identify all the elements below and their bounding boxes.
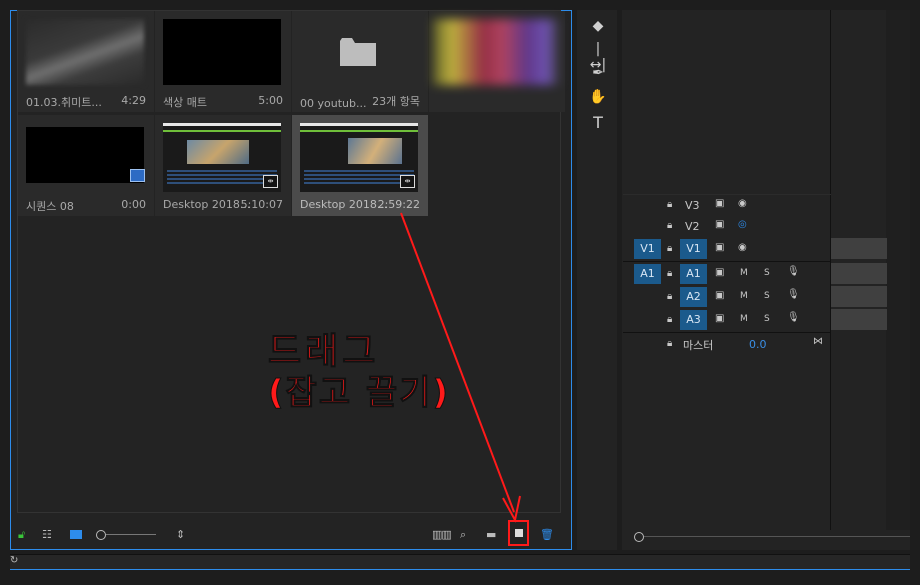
razor-tool-icon[interactable]: ◆ bbox=[588, 18, 608, 34]
new-item-button[interactable] bbox=[508, 520, 529, 546]
track-label[interactable]: V3 bbox=[685, 199, 700, 212]
new-item-icon bbox=[515, 529, 523, 537]
sequence-name: 시퀀스 08 bbox=[26, 200, 74, 213]
microphone-icon[interactable]: 🎙︎ bbox=[787, 312, 800, 323]
media-duration: 4:29 bbox=[121, 94, 146, 107]
track-target-a2[interactable]: A2 bbox=[680, 287, 707, 307]
source-patch-v1[interactable]: V1 bbox=[634, 239, 661, 259]
bin-name: 00 youtub... bbox=[300, 97, 367, 110]
solo-button[interactable]: S bbox=[764, 268, 770, 278]
track-row-v3: 🔒︎ V3 ▣ ◉ bbox=[623, 194, 831, 217]
status-bar: ↻ bbox=[10, 554, 910, 570]
track-lock-icon[interactable]: 🔒︎ bbox=[667, 291, 672, 302]
eye-icon[interactable]: ◉ bbox=[738, 242, 747, 253]
track-lock-icon[interactable]: 🔒︎ bbox=[667, 220, 672, 231]
track-target-a3[interactable]: A3 bbox=[680, 310, 707, 330]
sync-lock-icon[interactable]: ▣ bbox=[715, 290, 724, 301]
media-item[interactable] bbox=[429, 11, 565, 112]
sync-lock-icon[interactable]: ▣ bbox=[715, 267, 724, 278]
video-audio-divider bbox=[623, 261, 831, 262]
track-label[interactable]: V2 bbox=[685, 220, 700, 233]
zoom-slider-track[interactable] bbox=[106, 534, 156, 535]
eye-icon[interactable]: ◉ bbox=[738, 198, 747, 209]
track-lock-icon[interactable]: 🔒︎ bbox=[667, 199, 672, 210]
source-patch-a1[interactable]: A1 bbox=[634, 264, 661, 284]
track-row-v1: V1 🔒︎ V1 ▣ ◉ bbox=[623, 238, 831, 260]
microphone-icon[interactable]: 🎙︎ bbox=[787, 289, 800, 300]
folder-icon bbox=[340, 38, 376, 66]
media-item-selected[interactable]: ⇹ Desktop 2018... 2:59:22 bbox=[292, 115, 428, 216]
edit-point-icon[interactable]: ⋈ bbox=[813, 336, 823, 347]
track-target-a1[interactable]: A1 bbox=[680, 264, 707, 284]
sync-lock-icon[interactable]: ▣ bbox=[715, 313, 724, 324]
annotation-drag-hint: (잡고 끌기) bbox=[267, 373, 451, 414]
track-target-v1[interactable]: V1 bbox=[680, 239, 707, 259]
media-duration: 5:10:07 bbox=[240, 198, 283, 211]
mute-button[interactable]: M bbox=[740, 268, 748, 278]
timeline-scrollbar[interactable] bbox=[644, 536, 910, 537]
bin-count: 23개 항목 bbox=[372, 95, 420, 108]
clip-segment[interactable] bbox=[831, 238, 887, 259]
sync-lock-icon[interactable]: ▣ bbox=[715, 242, 724, 253]
track-lock-icon[interactable]: 🔒︎ bbox=[667, 338, 672, 349]
sequence-item[interactable]: 시퀀스 08 0:00 bbox=[18, 115, 154, 216]
media-item[interactable]: 01.03.취미트... 4:29 bbox=[18, 11, 154, 112]
trash-icon[interactable]: 🗑︎ bbox=[540, 528, 554, 541]
media-thumbnail bbox=[163, 19, 281, 85]
bin-grid: 01.03.취미트... 4:29 색상 매트 5:00 00 youtub..… bbox=[17, 10, 565, 513]
media-item[interactable]: ⇹ Desktop 2018... 5:10:07 bbox=[155, 115, 291, 216]
zoom-slider-handle[interactable] bbox=[96, 530, 106, 540]
track-row-v2: 🔒︎ V2 ▣ ◎ bbox=[623, 216, 831, 238]
bin-folder[interactable]: 00 youtub... 23개 항목 bbox=[292, 11, 428, 112]
track-row-master: 🔒︎ 마스터 0.0 ⋈ bbox=[623, 332, 831, 355]
track-lock-icon[interactable]: 🔒︎ bbox=[667, 268, 672, 279]
media-name: 01.03.취미트... bbox=[26, 96, 102, 109]
multicam-icon: ⇹ bbox=[400, 175, 415, 188]
master-label: 마스터 bbox=[683, 339, 714, 352]
microphone-icon[interactable]: 🎙︎ bbox=[787, 266, 800, 277]
clip-segment[interactable] bbox=[831, 309, 887, 330]
refresh-icon[interactable]: ↻ bbox=[10, 555, 18, 566]
hand-tool-icon[interactable]: ✋ bbox=[588, 89, 608, 105]
type-tool-icon[interactable]: T bbox=[588, 113, 608, 132]
sequence-thumbnail bbox=[26, 127, 144, 183]
media-name: Desktop 2018... bbox=[163, 198, 251, 211]
track-lock-icon[interactable]: 🔒︎ bbox=[667, 314, 672, 325]
media-duration: 2:59:22 bbox=[377, 198, 420, 211]
track-row-a2: 🔒︎ A2 ▣ M S 🎙︎ bbox=[623, 286, 831, 308]
timeline-edge bbox=[886, 10, 910, 530]
multicam-icon: ⇹ bbox=[263, 175, 278, 188]
mute-button[interactable]: M bbox=[740, 314, 748, 324]
media-thumbnail bbox=[26, 19, 144, 85]
sort-icon[interactable]: ⇕ bbox=[176, 528, 185, 541]
automate-to-sequence-icon[interactable]: ▥▥ bbox=[432, 528, 452, 541]
media-item[interactable]: 색상 매트 5:00 bbox=[155, 11, 291, 112]
track-row-a3: 🔒︎ A3 ▣ M S 🎙︎ bbox=[623, 309, 831, 331]
track-lock-icon[interactable]: 🔒︎ bbox=[667, 243, 672, 254]
sequence-icon bbox=[130, 169, 145, 182]
clip-segment[interactable] bbox=[831, 286, 887, 307]
solo-button[interactable]: S bbox=[764, 314, 770, 324]
master-volume[interactable]: 0.0 bbox=[749, 338, 767, 351]
new-bin-icon[interactable]: ▬ bbox=[486, 528, 496, 541]
eye-hidden-icon[interactable]: ◎ bbox=[738, 219, 747, 230]
sequence-duration: 0:00 bbox=[121, 198, 146, 211]
find-icon[interactable]: ⌕ bbox=[460, 528, 466, 542]
media-name: 색상 매트 bbox=[163, 96, 207, 109]
solo-button[interactable]: S bbox=[764, 291, 770, 301]
lock-icon[interactable]: 🔓︎ bbox=[18, 528, 25, 542]
media-name: Desktop 2018... bbox=[300, 198, 388, 211]
tools-panel: ◆ |↔| ✒ ✋ T bbox=[577, 10, 617, 550]
media-thumbnail bbox=[433, 19, 559, 85]
list-view-icon[interactable]: ☷ bbox=[42, 528, 52, 541]
pen-tool-icon[interactable]: ✒ bbox=[588, 65, 608, 81]
mute-button[interactable]: M bbox=[740, 291, 748, 301]
clip-segment[interactable] bbox=[831, 263, 887, 284]
sync-lock-icon[interactable]: ▣ bbox=[715, 198, 724, 209]
timeline-scroll-handle[interactable] bbox=[634, 532, 644, 542]
track-row-a1: A1 🔒︎ A1 ▣ M S 🎙︎ bbox=[623, 263, 831, 285]
icon-view-icon[interactable] bbox=[70, 530, 82, 539]
media-duration: 5:00 bbox=[258, 94, 283, 107]
sync-lock-icon[interactable]: ▣ bbox=[715, 219, 724, 230]
